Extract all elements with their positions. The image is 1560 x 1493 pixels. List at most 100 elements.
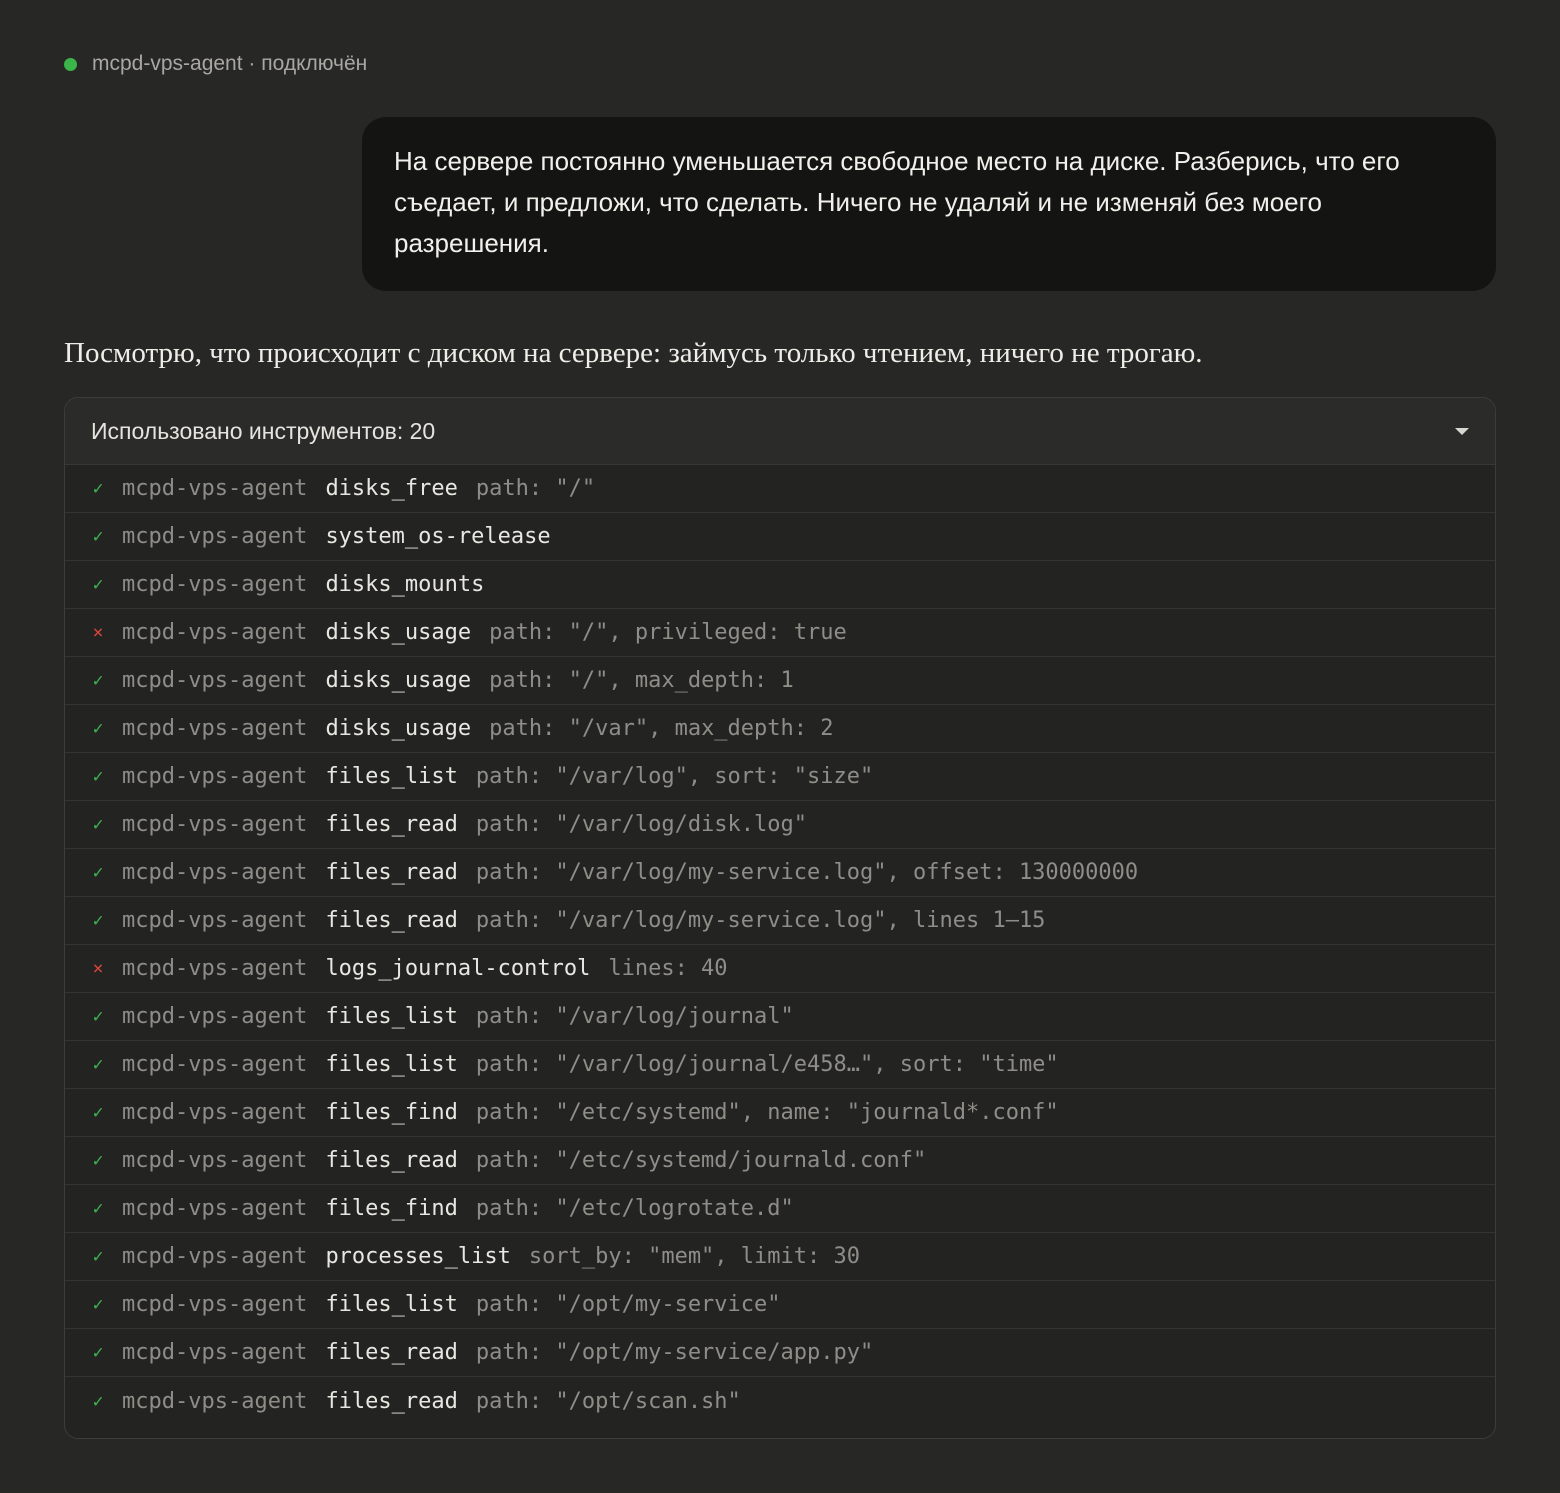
tool-call-row[interactable]: ✓ mcpd-vps-agent disks_usage path: "/", max… bbox=[65, 657, 1495, 705]
tool-server-name: mcpd-vps-agent bbox=[122, 1004, 308, 1029]
tool-server-name: mcpd-vps-agent bbox=[122, 956, 308, 981]
tool-call-row[interactable]: ✓ mcpd-vps-agent files_find path: "/etc/sys… bbox=[65, 1089, 1495, 1137]
checkmark-icon: ✓ bbox=[92, 1054, 104, 1075]
tool-arguments: path: "/var/log/my-service.log", lines 1… bbox=[475, 908, 1046, 933]
checkmark-icon: ✓ bbox=[92, 1246, 104, 1267]
tool-call-row[interactable]: ✓ mcpd-vps-agent files_list path: "/opt/my-… bbox=[65, 1281, 1495, 1329]
tool-arguments: path: "/opt/my-service/app.py" bbox=[475, 1340, 874, 1365]
tool-server-name: mcpd-vps-agent bbox=[122, 1100, 308, 1125]
tool-call-row[interactable]: ✓ mcpd-vps-agent files_list path: "/var/log… bbox=[65, 1041, 1495, 1089]
error-x-icon: × bbox=[92, 958, 104, 979]
tool-server-name: mcpd-vps-agent bbox=[122, 524, 308, 549]
connection-label: mcpd-vps-agent · подключён bbox=[92, 52, 368, 75]
tool-arguments: lines: 40 bbox=[608, 956, 728, 981]
checkmark-icon: ✓ bbox=[92, 478, 104, 499]
tool-call-row[interactable]: ✓ mcpd-vps-agent disks_free path: "/" bbox=[65, 465, 1495, 513]
tool-server-name: mcpd-vps-agent bbox=[122, 1196, 308, 1221]
checkmark-icon: ✓ bbox=[92, 526, 104, 547]
tool-call-row[interactable]: ✓ mcpd-vps-agent files_read path: "/opt/sca… bbox=[65, 1377, 1495, 1425]
tool-server-name: mcpd-vps-agent bbox=[122, 812, 308, 837]
tool-name: files_list bbox=[325, 1004, 458, 1029]
checkmark-icon: ✓ bbox=[92, 574, 104, 595]
tools-used-header-toggle[interactable]: Использовано инструментов: 20 bbox=[65, 398, 1495, 465]
checkmark-icon: ✓ bbox=[92, 670, 104, 691]
tool-name: files_find bbox=[325, 1100, 458, 1125]
tool-call-row[interactable]: ✓ mcpd-vps-agent files_list path: "/var/log… bbox=[65, 993, 1495, 1041]
tool-call-row[interactable]: ✓ mcpd-vps-agent system_os-release bbox=[65, 513, 1495, 561]
tool-server-name: mcpd-vps-agent bbox=[122, 1292, 308, 1317]
tool-call-row[interactable]: ✓ mcpd-vps-agent processes_list sort_by: "m… bbox=[65, 1233, 1495, 1281]
tool-name: logs_journal-control bbox=[325, 956, 591, 981]
checkmark-icon: ✓ bbox=[92, 910, 104, 931]
tool-name: disks_usage bbox=[325, 716, 472, 741]
tool-name: files_list bbox=[325, 764, 458, 789]
tool-call-row[interactable]: ✓ mcpd-vps-agent files_read path: "/var/log… bbox=[65, 849, 1495, 897]
tools-used-panel: Использовано инструментов: 20 ✓ mcpd-vps-… bbox=[64, 397, 1496, 1439]
checkmark-icon: ✓ bbox=[92, 1102, 104, 1123]
tool-server-name: mcpd-vps-agent bbox=[122, 716, 308, 741]
checkmark-icon: ✓ bbox=[92, 862, 104, 883]
tool-call-row[interactable]: × mcpd-vps-agent disks_usage path: "/", pri… bbox=[65, 609, 1495, 657]
checkmark-icon: ✓ bbox=[92, 1150, 104, 1171]
checkmark-icon: ✓ bbox=[92, 766, 104, 787]
connection-status: mcpd-vps-agent · подключён bbox=[64, 48, 367, 80]
tool-call-row[interactable]: ✓ mcpd-vps-agent files_list path: "/var/log… bbox=[65, 753, 1495, 801]
tool-name: files_read bbox=[325, 1340, 458, 1365]
checkmark-icon: ✓ bbox=[92, 1006, 104, 1027]
tool-server-name: mcpd-vps-agent bbox=[122, 764, 308, 789]
tool-arguments: path: "/" bbox=[475, 476, 596, 501]
tool-call-row[interactable]: ✓ mcpd-vps-agent files_read path: "/var/log… bbox=[65, 801, 1495, 849]
tool-arguments: path: "/", privileged: true bbox=[489, 620, 847, 645]
tool-call-row[interactable]: ✓ mcpd-vps-agent disks_mounts bbox=[65, 561, 1495, 609]
tool-name: files_find bbox=[325, 1196, 458, 1221]
tools-used-count-label: Использовано инструментов: 20 bbox=[91, 417, 436, 444]
user-message-bubble: На сервере постоянно уменьшается свободн… bbox=[362, 117, 1496, 291]
tool-arguments: path: "/var/log/journal" bbox=[475, 1004, 794, 1029]
tool-name: disks_free bbox=[325, 476, 458, 501]
tool-server-name: mcpd-vps-agent bbox=[122, 620, 308, 645]
user-message-text: На сервере постоянно уменьшается свободн… bbox=[394, 146, 1400, 258]
tool-server-name: mcpd-vps-agent bbox=[122, 860, 308, 885]
tool-server-name: mcpd-vps-agent bbox=[122, 1148, 308, 1173]
tool-call-row[interactable]: ✓ mcpd-vps-agent files_read path: "/etc/sys… bbox=[65, 1137, 1495, 1185]
tool-call-list: ✓ mcpd-vps-agent disks_free path: "/" ✓ mcpd-… bbox=[65, 465, 1495, 1425]
tool-call-row[interactable]: ✓ mcpd-vps-agent files_read path: "/opt/my-… bbox=[65, 1329, 1495, 1377]
tool-name: disks_mounts bbox=[325, 572, 485, 597]
tool-arguments: path: "/var/log", sort: "size" bbox=[475, 764, 874, 789]
tool-server-name: mcpd-vps-agent bbox=[122, 1388, 308, 1414]
checkmark-icon: ✓ bbox=[92, 1390, 104, 1412]
connected-status-dot-icon bbox=[64, 57, 77, 71]
tool-arguments: sort_by: "mem", limit: 30 bbox=[528, 1244, 861, 1269]
tool-arguments: path: "/etc/systemd/journald.conf" bbox=[475, 1148, 927, 1173]
tool-arguments: path: "/etc/logrotate.d" bbox=[475, 1196, 794, 1221]
checkmark-icon: ✓ bbox=[92, 814, 104, 835]
checkmark-icon: ✓ bbox=[92, 1294, 104, 1315]
chevron-down-icon[interactable] bbox=[1455, 427, 1469, 435]
tool-call-row[interactable]: × mcpd-vps-agent logs_journal-control lines… bbox=[65, 945, 1495, 993]
tool-name: files_read bbox=[325, 1388, 458, 1414]
tool-server-name: mcpd-vps-agent bbox=[122, 572, 308, 597]
tool-arguments: path: "/var", max_depth: 2 bbox=[489, 716, 834, 741]
tool-call-row[interactable]: ✓ mcpd-vps-agent disks_usage path: "/var", … bbox=[65, 705, 1495, 753]
tool-server-name: mcpd-vps-agent bbox=[122, 1340, 308, 1365]
checkmark-icon: ✓ bbox=[92, 1198, 104, 1219]
tool-name: processes_list bbox=[325, 1244, 511, 1269]
tool-arguments: path: "/var/log/my-service.log", offset:… bbox=[475, 860, 1139, 885]
tool-name: disks_usage bbox=[325, 620, 472, 645]
tool-server-name: mcpd-vps-agent bbox=[122, 476, 308, 501]
tool-server-name: mcpd-vps-agent bbox=[122, 668, 308, 693]
tool-name: files_read bbox=[325, 908, 458, 933]
tool-arguments: path: "/opt/my-service" bbox=[475, 1292, 781, 1317]
tool-name: system_os-release bbox=[325, 524, 551, 549]
tool-server-name: mcpd-vps-agent bbox=[122, 1244, 308, 1269]
checkmark-icon: ✓ bbox=[92, 718, 104, 739]
tool-name: disks_usage bbox=[325, 668, 472, 693]
tool-name: files_list bbox=[325, 1292, 458, 1317]
tool-call-row[interactable]: ✓ mcpd-vps-agent files_read path: "/var/log… bbox=[65, 897, 1495, 945]
tool-call-row[interactable]: ✓ mcpd-vps-agent files_find path: "/etc/log… bbox=[65, 1185, 1495, 1233]
tool-name: files_list bbox=[325, 1052, 458, 1077]
tool-server-name: mcpd-vps-agent bbox=[122, 1052, 308, 1077]
tool-name: files_read bbox=[325, 1148, 458, 1173]
tool-arguments: path: "/", max_depth: 1 bbox=[489, 668, 794, 693]
checkmark-icon: ✓ bbox=[92, 1342, 104, 1363]
